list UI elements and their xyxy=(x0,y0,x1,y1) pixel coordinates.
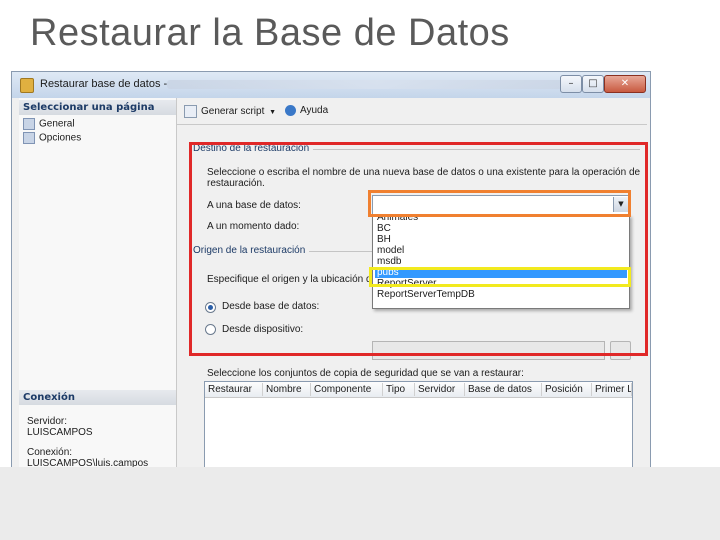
chevron-down-icon: ▼ xyxy=(269,109,277,117)
column-header[interactable]: Tipo xyxy=(383,383,415,396)
help-button[interactable]: Ayuda xyxy=(285,105,328,116)
page-icon xyxy=(23,118,35,130)
script-icon xyxy=(184,105,197,118)
blurred-taskbar-strip xyxy=(167,80,587,89)
database-icon xyxy=(20,78,34,93)
select-page-header: Seleccionar una página xyxy=(19,100,176,115)
left-pane: Seleccionar una página General Opciones … xyxy=(19,98,177,468)
column-header[interactable]: Nombre xyxy=(263,383,311,396)
help-icon xyxy=(285,105,296,116)
page-item-general[interactable]: General xyxy=(23,118,75,130)
connection-header: Conexión xyxy=(19,390,176,405)
backup-sets-grid[interactable]: Restaurar Nombre Componente Tipo Servido… xyxy=(204,381,633,468)
generate-script-button[interactable]: Generar script ▼ xyxy=(184,105,276,118)
maximize-button[interactable]: □ xyxy=(582,75,604,93)
generate-script-label: Generar script xyxy=(201,106,265,118)
close-button[interactable]: ✕ xyxy=(604,75,646,93)
column-header[interactable]: Primer L xyxy=(592,383,632,396)
server-value: LUISCAMPOS xyxy=(27,427,93,438)
column-header[interactable]: Posición xyxy=(542,383,592,396)
slide-title: Restaurar la Base de Datos xyxy=(30,12,510,54)
slide-footer-band xyxy=(0,467,720,540)
backup-sets-label: Seleccione los conjuntos de copia de seg… xyxy=(207,368,524,379)
toolbar: Generar script ▼ Ayuda xyxy=(177,102,647,125)
grid-header: Restaurar Nombre Componente Tipo Servido… xyxy=(205,382,632,398)
column-header[interactable]: Componente xyxy=(311,383,383,396)
server-label: Servidor: xyxy=(27,416,68,427)
minimize-button[interactable]: – xyxy=(560,75,582,93)
help-label: Ayuda xyxy=(300,105,329,117)
window-title: Restaurar base de datos - xyxy=(40,78,168,90)
destination-highlight-box xyxy=(189,142,648,356)
column-header[interactable]: Servidor xyxy=(415,383,465,396)
column-header[interactable]: Base de datos xyxy=(465,383,542,396)
connection-label: Conexión: xyxy=(27,447,73,458)
selection-highlight-box xyxy=(369,267,631,287)
page-item-options[interactable]: Opciones xyxy=(23,132,81,144)
page-item-label: Opciones xyxy=(39,132,82,144)
window-titlebar[interactable]: Restaurar base de datos - – □ ✕ xyxy=(12,72,650,98)
combo-highlight-box xyxy=(368,190,631,217)
page-icon xyxy=(23,132,35,144)
page-item-label: General xyxy=(39,118,75,130)
column-header[interactable]: Restaurar xyxy=(205,383,263,396)
